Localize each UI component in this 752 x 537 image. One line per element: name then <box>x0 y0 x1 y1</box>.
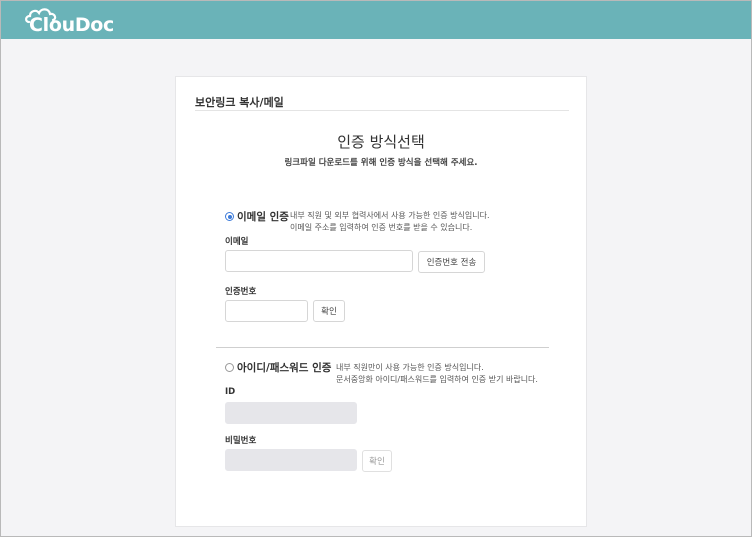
top-bar: ClouDoc <box>1 1 751 39</box>
email-input[interactable] <box>225 250 413 272</box>
email-auth-desc-line2: 이메일 주소를 입력하여 인증 번호를 받을 수 있습니다. <box>290 223 473 232</box>
id-confirm-button[interactable]: 확인 <box>362 450 392 472</box>
title-divider <box>195 110 569 111</box>
code-confirm-button[interactable]: 확인 <box>313 300 345 322</box>
id-auth-description: 내부 직원만이 사용 가능한 인증 방식입니다. 문서중앙화 아이디/패스워드를… <box>336 362 538 386</box>
email-auth-radio[interactable] <box>225 212 234 221</box>
id-input[interactable] <box>225 402 357 424</box>
password-field-label: 비밀번호 <box>225 436 257 446</box>
id-auth-desc-line2: 문서중앙화 아이디/패스워드를 입력하여 인증 받기 바랍니다. <box>336 375 538 384</box>
code-input[interactable] <box>225 300 308 322</box>
section-divider <box>216 347 549 348</box>
auth-card: 보안링크 복사/메일 인증 방식선택 링크파일 다운로드를 위해 인증 방식을 … <box>175 76 587 527</box>
id-auth-radio[interactable] <box>225 363 234 372</box>
email-auth-desc-line1: 내부 직원 및 외부 협력사에서 사용 가능한 인증 방식입니다. <box>290 211 490 220</box>
page-heading: 인증 방식선택 <box>337 133 425 151</box>
email-auth-description: 내부 직원 및 외부 협력사에서 사용 가능한 인증 방식입니다. 이메일 주소… <box>290 210 490 234</box>
id-field-label: ID <box>225 387 236 397</box>
send-code-button[interactable]: 인증번호 전송 <box>418 251 485 273</box>
code-field-label: 인증번호 <box>225 287 257 297</box>
logo-text: ClouDoc <box>29 14 115 36</box>
id-auth-label: 아이디/패스워드 인증 <box>237 362 332 374</box>
page-subheading: 링크파일 다운로드를 위해 인증 방식을 선택해 주세요. <box>284 158 478 168</box>
id-auth-desc-line1: 내부 직원만이 사용 가능한 인증 방식입니다. <box>336 363 484 372</box>
email-auth-label: 이메일 인증 <box>237 211 289 223</box>
email-auth-option[interactable]: 이메일 인증 <box>225 209 289 224</box>
id-auth-option[interactable]: 아이디/패스워드 인증 <box>225 360 331 375</box>
password-input[interactable] <box>225 449 357 471</box>
card-title: 보안링크 복사/메일 <box>195 96 284 109</box>
logo[interactable]: ClouDoc <box>23 5 133 37</box>
email-field-label: 이메일 <box>225 237 249 247</box>
